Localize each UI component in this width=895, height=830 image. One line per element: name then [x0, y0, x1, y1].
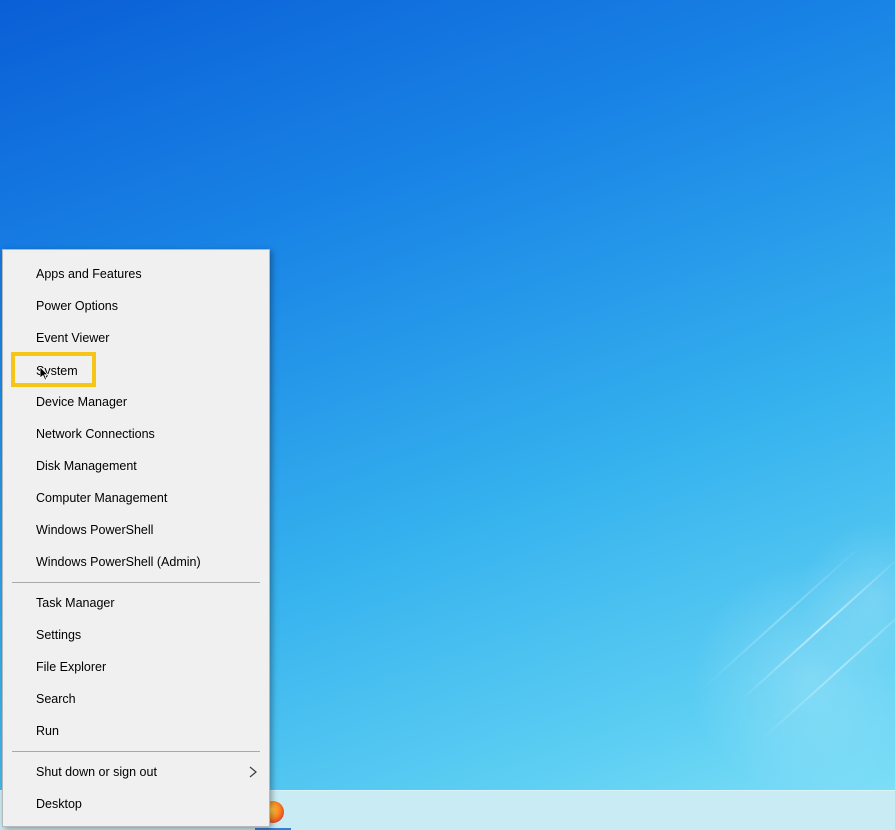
desktop-background: Apps and Features Power Options Event Vi…	[0, 0, 895, 830]
menu-separator	[12, 751, 260, 752]
menu-item-file-explorer[interactable]: File Explorer	[3, 652, 269, 682]
light-glow	[690, 560, 895, 800]
menu-item-system[interactable]: System	[3, 356, 269, 386]
menu-item-windows-powershell-admin[interactable]: Windows PowerShell (Admin)	[3, 547, 269, 577]
menu-item-event-viewer[interactable]: Event Viewer	[3, 323, 269, 353]
menu-item-computer-management[interactable]: Computer Management	[3, 483, 269, 513]
menu-item-task-manager[interactable]: Task Manager	[3, 588, 269, 618]
menu-separator	[12, 582, 260, 583]
menu-item-network-connections[interactable]: Network Connections	[3, 419, 269, 449]
menu-item-apps-and-features[interactable]: Apps and Features	[3, 259, 269, 289]
menu-item-desktop[interactable]: Desktop	[3, 789, 269, 819]
menu-item-run[interactable]: Run	[3, 716, 269, 746]
menu-item-shut-down-or-sign-out[interactable]: Shut down or sign out	[3, 757, 269, 787]
light-streak	[739, 553, 895, 702]
menu-item-device-manager[interactable]: Device Manager	[3, 387, 269, 417]
menu-item-windows-powershell[interactable]: Windows PowerShell	[3, 515, 269, 545]
light-glow	[800, 520, 895, 670]
chevron-right-icon	[249, 766, 257, 778]
light-streak	[759, 593, 895, 742]
power-user-menu: Apps and Features Power Options Event Vi…	[2, 249, 270, 827]
menu-item-search[interactable]: Search	[3, 684, 269, 714]
menu-item-power-options[interactable]: Power Options	[3, 291, 269, 321]
menu-item-disk-management[interactable]: Disk Management	[3, 451, 269, 481]
menu-item-settings[interactable]: Settings	[3, 620, 269, 650]
